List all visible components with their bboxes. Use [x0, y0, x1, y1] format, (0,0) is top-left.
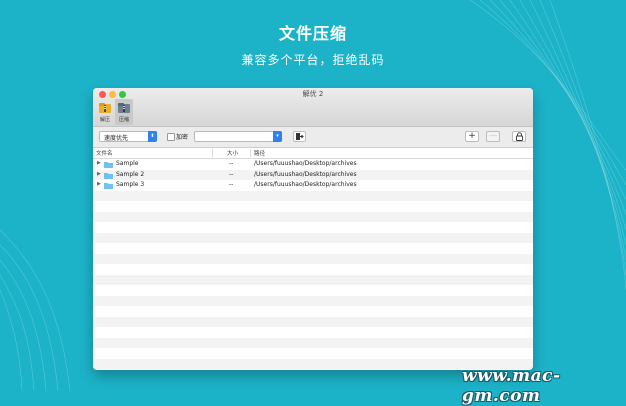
window-titlebar: 解优 2 解压 压缩: [93, 88, 533, 127]
empty-row: [93, 337, 533, 348]
compression-mode-value: 速度优先: [104, 135, 129, 142]
file-name: Sample 3: [116, 181, 145, 188]
table-row[interactable]: ▶ Sample -- /Users/fuuushao/Desktop/arch…: [93, 159, 533, 170]
encrypt-checkbox[interactable]: [167, 133, 175, 141]
column-divider: [212, 149, 213, 157]
extract-icon: [99, 103, 111, 113]
file-path: /Users/fuuushao/Desktop/archives: [254, 181, 357, 188]
file-size: --: [229, 160, 234, 167]
empty-row: [93, 274, 533, 285]
remove-file-button[interactable]: —: [486, 131, 500, 142]
folder-icon: [104, 162, 113, 168]
options-bar: 速度优先 ⬍ 加密 ▾ + —: [93, 127, 533, 148]
file-size: --: [229, 181, 234, 188]
empty-row: [93, 285, 533, 296]
export-icon: [296, 133, 304, 140]
file-size: --: [229, 170, 234, 178]
export-button[interactable]: [293, 131, 306, 142]
empty-row: [93, 190, 533, 201]
lock-button[interactable]: [512, 131, 526, 142]
empty-row: [93, 232, 533, 243]
disclosure-triangle-icon[interactable]: ▶: [97, 181, 101, 187]
empty-row: [93, 211, 533, 222]
table-row[interactable]: ▶ Sample 2 -- /Users/fuuushao/Desktop/ar…: [93, 169, 533, 180]
empty-row: [93, 295, 533, 306]
file-path: /Users/fuuushao/Desktop/archives: [254, 160, 357, 167]
folder-icon: [104, 172, 113, 179]
column-path-header[interactable]: 路径: [254, 149, 265, 157]
watermark: www.mac-gm.com: [462, 366, 561, 406]
table-row[interactable]: ▶ Sample 3 -- /Users/fuuushao/Desktop/ar…: [93, 180, 533, 191]
toolbar-compress-button[interactable]: 压缩: [115, 99, 133, 125]
toolbar-extract-button[interactable]: 解压: [96, 99, 114, 125]
file-path: /Users/fuuushao/Desktop/archives: [254, 170, 357, 178]
app-window: 解优 2 解压 压缩 速度优先 ⬍ 加密 ▾ + — 文件名 大小 路径 ▶ S…: [93, 88, 533, 370]
hero-title: 文件压缩: [278, 24, 347, 43]
toolbar-compress-label: 压缩: [118, 117, 129, 123]
disclosure-triangle-icon[interactable]: ▶: [97, 171, 101, 177]
file-name: Sample: [116, 160, 139, 167]
empty-row: [93, 201, 533, 212]
empty-row: [93, 243, 533, 254]
empty-row: [93, 264, 533, 275]
compression-mode-select[interactable]: 速度优先 ⬍: [99, 131, 157, 142]
window-title: 解优 2: [302, 90, 324, 98]
file-name: Sample 2: [116, 170, 145, 178]
empty-row: [93, 327, 533, 338]
file-table-body: ▶ Sample -- /Users/fuuushao/Desktop/arch…: [93, 159, 533, 370]
empty-row: [93, 222, 533, 233]
empty-row: [93, 348, 533, 359]
column-size-header[interactable]: 大小: [227, 149, 238, 157]
hero-subtitle: 兼容多个平台，拒绝乱码: [241, 53, 385, 67]
encrypt-label: 加密: [176, 134, 189, 141]
compress-icon: [118, 103, 130, 113]
file-table-header: 文件名 大小 路径: [93, 148, 533, 159]
empty-row: [93, 316, 533, 327]
add-file-button[interactable]: +: [465, 131, 479, 142]
toolbar-extract-label: 解压: [99, 117, 110, 123]
chevron-down-icon: ▾: [273, 131, 282, 142]
disclosure-triangle-icon[interactable]: ▶: [97, 160, 101, 166]
column-name-header[interactable]: 文件名: [96, 149, 113, 157]
chevron-updown-icon: ⬍: [148, 131, 157, 142]
empty-row: [93, 253, 533, 264]
folder-icon: [104, 183, 113, 189]
column-divider: [250, 149, 251, 157]
password-field[interactable]: ▾: [194, 131, 282, 142]
empty-row: [93, 306, 533, 317]
lock-icon: [516, 132, 523, 141]
